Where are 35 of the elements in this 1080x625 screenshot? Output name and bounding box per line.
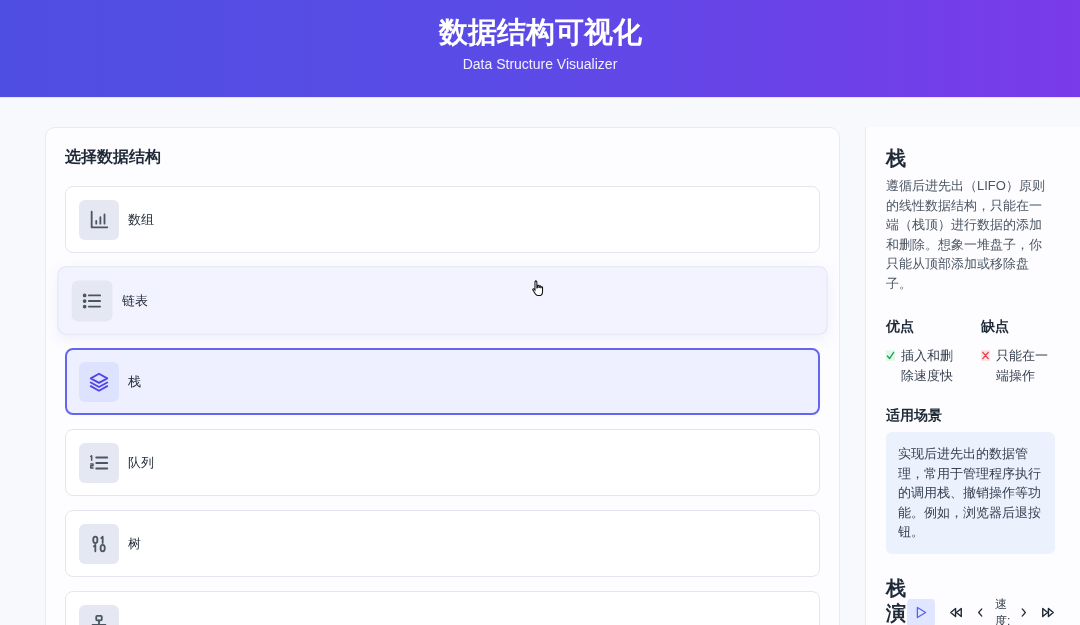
structure-option[interactable]: 栈 (65, 348, 820, 415)
structure-option[interactable]: 队列 (65, 429, 820, 496)
check-icon (886, 350, 895, 361)
panel-title: 选择数据结构 (65, 147, 162, 167)
play-icon (915, 606, 927, 619)
use-cases-box: 实现后进先出的数据管理，常用于管理程序执行的调用栈、撤销操作等功能。例如，浏览器后退按钮。 (886, 432, 1055, 554)
fast-forward-icon (1041, 607, 1055, 618)
list-icon (71, 280, 113, 321)
play-button[interactable] (907, 598, 935, 625)
page-subtitle: Data Structure Visualizer (462, 55, 618, 73)
chevron-left-icon (977, 608, 983, 617)
layers-icon (79, 361, 119, 402)
bar-chart-icon (79, 199, 119, 240)
numbered-list-icon (79, 442, 119, 483)
chevron-right-icon (1021, 608, 1027, 617)
structure-option[interactable]: 树 (65, 510, 820, 577)
rewind-icon (949, 607, 963, 618)
con-text: 只能在一端操作 (996, 347, 1049, 385)
hand-cursor-icon (531, 279, 545, 297)
pro-text: 插入和删除速度快 (901, 347, 954, 385)
rewind-button[interactable] (947, 605, 965, 620)
next-button[interactable] (1019, 606, 1029, 619)
cons-title: 缺点 (981, 317, 1010, 336)
previous-button[interactable] (975, 606, 985, 619)
use-cases-title: 适用场景 (886, 406, 943, 425)
structure-option[interactable]: 数组 (65, 186, 820, 253)
demo-title: 栈演 (886, 575, 906, 625)
fast-forward-button[interactable] (1039, 605, 1057, 620)
structure-option[interactable]: 链表 (57, 266, 828, 335)
binary-digits-icon (79, 523, 119, 564)
structure-title: 栈 (886, 146, 907, 170)
structure-description: 遵循后进先出（LIFO）原则的线性数据结构，只能在一端（栈顶）进行数据的添加和删除。想象一堆盘子，你只能从顶部添加或移除盘子。 (886, 177, 1046, 293)
cross-icon (981, 350, 990, 361)
page-title: 数据结构可视化 (438, 15, 642, 50)
pros-title: 优点 (886, 317, 915, 336)
